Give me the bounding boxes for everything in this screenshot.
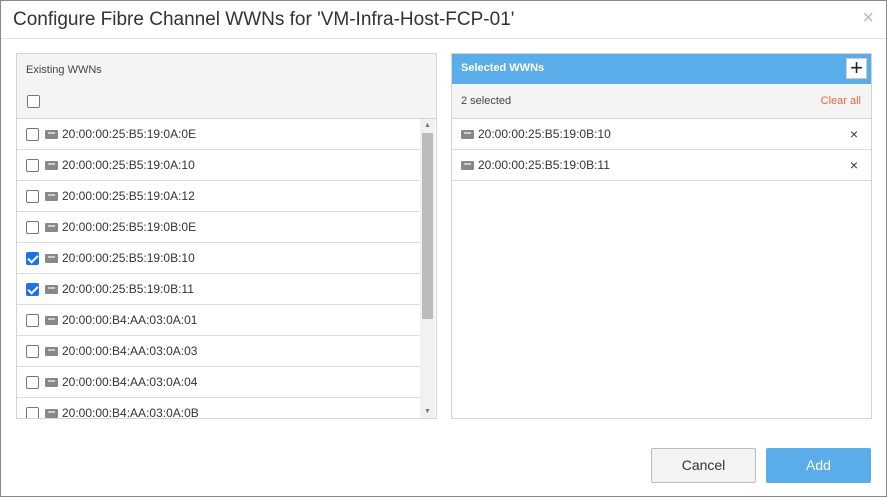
remove-icon[interactable]: × bbox=[850, 157, 858, 173]
wwn-value: 20:00:00:25:B5:19:0B:11 bbox=[62, 282, 194, 296]
existing-wwns-header: Existing WWNs bbox=[17, 54, 436, 119]
cancel-button[interactable]: Cancel bbox=[651, 448, 756, 483]
wwn-row[interactable]: 20:00:00:B4:AA:03:0A:0B bbox=[17, 398, 420, 418]
divider bbox=[1, 38, 886, 39]
port-icon bbox=[45, 129, 58, 139]
selected-count: 2 selected bbox=[461, 95, 512, 107]
port-icon bbox=[45, 315, 58, 325]
wwn-row[interactable]: 20:00:00:25:B5:19:0B:0E bbox=[17, 212, 420, 243]
add-wwn-button[interactable]: + bbox=[846, 57, 867, 79]
selected-wwn-row: 20:00:00:25:B5:19:0B:10 × bbox=[452, 119, 871, 150]
wwn-row[interactable]: 20:00:00:25:B5:19:0A:10 bbox=[17, 150, 420, 181]
port-icon bbox=[461, 129, 474, 139]
scroll-down-icon[interactable]: ▼ bbox=[424, 408, 431, 415]
selected-wwns-header: Selected WWNs + bbox=[452, 54, 871, 84]
wwn-checkbox[interactable] bbox=[26, 313, 39, 327]
clear-all-link[interactable]: Clear all bbox=[821, 95, 861, 107]
wwn-checkbox[interactable] bbox=[26, 127, 39, 141]
wwn-value: 20:00:00:B4:AA:03:0A:04 bbox=[62, 375, 198, 389]
port-icon bbox=[45, 191, 58, 201]
wwn-value: 20:00:00:25:B5:19:0A:12 bbox=[62, 189, 195, 203]
port-icon bbox=[461, 160, 474, 170]
selected-wwns-panel: Selected WWNs + 2 selected Clear all 20:… bbox=[451, 53, 872, 419]
existing-wwns-list: 20:00:00:25:B5:19:0A:0E 20:00:00:25:B5:19… bbox=[17, 119, 420, 418]
select-all-checkbox[interactable] bbox=[27, 95, 40, 108]
wwn-checkbox[interactable] bbox=[26, 251, 39, 265]
remove-icon[interactable]: × bbox=[850, 126, 858, 142]
wwn-value: 20:00:00:B4:AA:03:0A:01 bbox=[62, 313, 198, 327]
wwn-row[interactable]: 20:00:00:25:B5:19:0A:0E bbox=[17, 119, 420, 150]
wwn-value: 20:00:00:25:B5:19:0B:0E bbox=[62, 220, 197, 234]
wwn-row[interactable]: 20:00:00:25:B5:19:0B:11 bbox=[17, 274, 420, 305]
selected-wwn-value: 20:00:00:25:B5:19:0B:11 bbox=[478, 158, 610, 172]
scrollbar-thumb[interactable] bbox=[422, 133, 433, 319]
wwn-value: 20:00:00:25:B5:19:0B:10 bbox=[62, 251, 195, 265]
wwn-checkbox[interactable] bbox=[26, 344, 39, 358]
wwn-value: 20:00:00:25:B5:19:0A:10 bbox=[62, 158, 195, 172]
wwn-checkbox[interactable] bbox=[26, 406, 39, 418]
scroll-up-icon[interactable]: ▲ bbox=[424, 122, 431, 129]
port-icon bbox=[45, 253, 58, 263]
selection-summary: 2 selected Clear all bbox=[452, 84, 871, 119]
wwn-value: 20:00:00:25:B5:19:0A:0E bbox=[62, 127, 197, 141]
wwn-value: 20:00:00:B4:AA:03:0A:03 bbox=[62, 344, 198, 358]
selected-wwns-list: 20:00:00:25:B5:19:0B:10 × 20:00:00:25:B5:1… bbox=[452, 119, 871, 181]
add-button[interactable]: Add bbox=[766, 448, 871, 483]
existing-wwns-panel: Existing WWNs 20:00:00:25:B5:19:0A:0E 20:… bbox=[16, 53, 437, 419]
wwn-checkbox[interactable] bbox=[26, 158, 39, 172]
selected-wwns-label: Selected WWNs bbox=[461, 62, 545, 74]
port-icon bbox=[45, 346, 58, 356]
wwn-checkbox[interactable] bbox=[26, 189, 39, 203]
close-icon[interactable]: × bbox=[862, 7, 874, 30]
port-icon bbox=[45, 377, 58, 387]
wwn-row[interactable]: 20:00:00:25:B5:19:0A:12 bbox=[17, 181, 420, 212]
existing-wwns-label: Existing WWNs bbox=[26, 64, 102, 76]
dialog-title: Configure Fibre Channel WWNs for 'VM-Inf… bbox=[13, 9, 515, 30]
selected-wwn-value: 20:00:00:25:B5:19:0B:10 bbox=[478, 127, 611, 141]
wwn-checkbox[interactable] bbox=[26, 375, 39, 389]
scrollbar[interactable]: ▲ ▼ bbox=[420, 119, 435, 418]
port-icon bbox=[45, 408, 58, 418]
port-icon bbox=[45, 284, 58, 294]
port-icon bbox=[45, 160, 58, 170]
configure-wwns-dialog: Configure Fibre Channel WWNs for 'VM-Inf… bbox=[0, 0, 887, 497]
selected-wwn-row: 20:00:00:25:B5:19:0B:11 × bbox=[452, 150, 871, 181]
wwn-checkbox[interactable] bbox=[26, 282, 39, 296]
port-icon bbox=[45, 222, 58, 232]
wwn-row[interactable]: 20:00:00:B4:AA:03:0A:01 bbox=[17, 305, 420, 336]
wwn-row[interactable]: 20:00:00:25:B5:19:0B:10 bbox=[17, 243, 420, 274]
wwn-checkbox[interactable] bbox=[26, 220, 39, 234]
wwn-value: 20:00:00:B4:AA:03:0A:0B bbox=[62, 406, 199, 418]
wwn-row[interactable]: 20:00:00:B4:AA:03:0A:04 bbox=[17, 367, 420, 398]
wwn-row[interactable]: 20:00:00:B4:AA:03:0A:03 bbox=[17, 336, 420, 367]
